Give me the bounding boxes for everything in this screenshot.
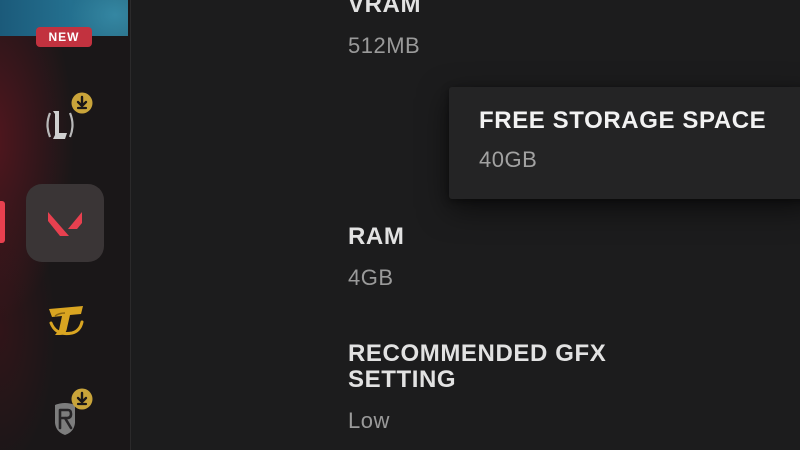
spec-value: 40GB <box>479 147 538 172</box>
spec-label: VRAM <box>348 0 422 18</box>
sidebar-item-teamfight-tactics[interactable] <box>26 282 104 360</box>
active-game-indicator <box>0 201 5 243</box>
spec-vram: VRAM 512MB <box>348 0 708 59</box>
sidebar-item-legends-of-runeterra[interactable] <box>26 380 104 450</box>
game-sidebar: NEW <box>0 0 131 450</box>
new-badge: NEW <box>36 27 92 47</box>
valorant-icon <box>48 212 82 236</box>
system-requirements-panel: VRAM 512MB FREE STORAGE SPACE 40GB RAM 4… <box>131 0 800 450</box>
spec-card-free-storage-space: FREE STORAGE SPACE 40GB <box>449 87 800 199</box>
spec-label: RECOMMENDED GFX SETTING <box>348 340 607 393</box>
sidebar-item-valorant[interactable] <box>26 184 104 262</box>
spec-ram: RAM 4GB <box>348 224 708 291</box>
download-icon <box>71 388 93 410</box>
riot-client-window: NEW VRAM 512MB FREE STORAGE SPACE 40GB R… <box>0 0 800 450</box>
sidebar-item-league-of-legends[interactable] <box>26 86 104 164</box>
download-icon <box>71 92 93 114</box>
spec-value: 4GB <box>348 265 394 290</box>
spec-recommended-gfx-setting: RECOMMENDED GFX SETTING Low <box>348 341 658 434</box>
teamfight-tactics-icon <box>49 306 84 335</box>
spec-label: RAM <box>348 223 405 250</box>
spec-value: 512MB <box>348 33 421 58</box>
spec-label: FREE STORAGE SPACE <box>479 107 767 134</box>
spec-value: Low <box>348 408 390 433</box>
